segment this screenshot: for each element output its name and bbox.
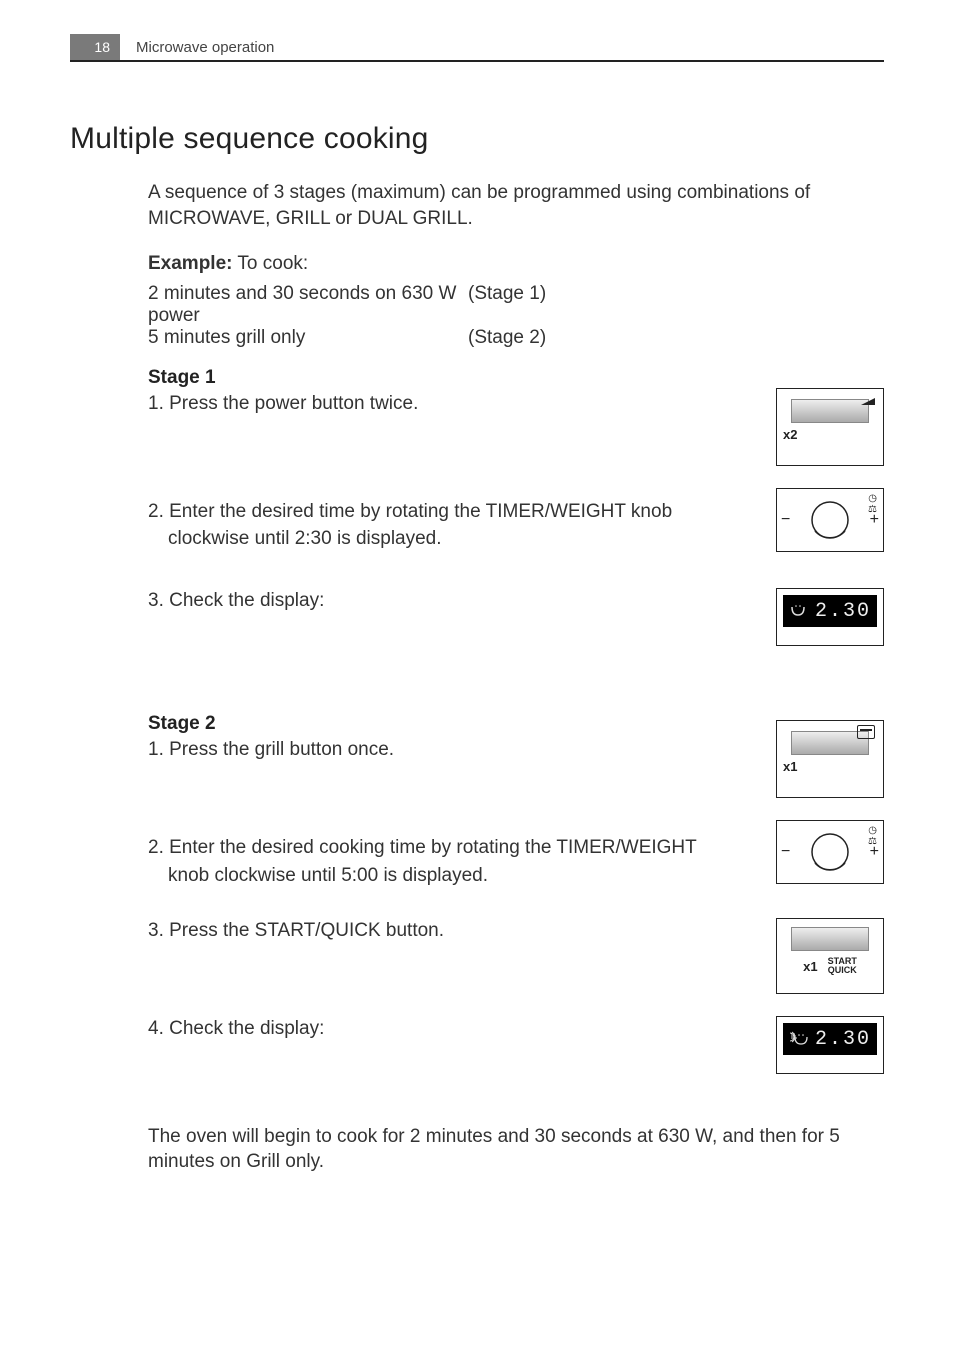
- knob-icon: [807, 497, 853, 543]
- clock-icon-2: ◷: [868, 825, 877, 836]
- page-header: 18 Microwave operation: [70, 34, 884, 62]
- stage2-step4: 4. Check the display:: [148, 1016, 884, 1042]
- illus-timer-knob-1: − + ◷ ⚖: [776, 488, 884, 552]
- display-microwave-icon: [789, 1031, 811, 1047]
- press-count-x1-start: x1: [803, 959, 817, 974]
- example-row-1-left: 2 minutes and 30 seconds on 630 W power: [148, 283, 468, 327]
- illus-timer-knob-2: − + ◷ ⚖: [776, 820, 884, 884]
- page-number: 18: [70, 34, 120, 60]
- knob-minus: −: [781, 511, 790, 529]
- stage2-step1: 1. Press the grill button once.: [148, 737, 884, 763]
- stage1-step2b: clockwise until 2:30 is displayed.: [148, 526, 884, 552]
- weight-icon: ⚖: [868, 504, 877, 515]
- example-label: Example:: [148, 253, 232, 274]
- press-count-x2: x2: [783, 427, 797, 442]
- example-row-1: 2 minutes and 30 seconds on 630 W power …: [148, 283, 884, 327]
- intro-paragraph: A sequence of 3 stages (maximum) can be …: [148, 180, 884, 231]
- stage1-heading: Stage 1: [148, 367, 884, 389]
- illus-grill-button: x1: [776, 720, 884, 798]
- example-row-2-left: 5 minutes grill only: [148, 327, 468, 349]
- example-row-1-right: (Stage 1): [468, 283, 568, 327]
- power-button-graphic: [791, 399, 869, 423]
- display-cook-icon: [789, 603, 807, 619]
- stage2-step3: 3. Press the START/QUICK button.: [148, 918, 884, 944]
- display-value-2: 2.30: [815, 1028, 871, 1051]
- start-button-graphic: [791, 927, 869, 951]
- stage1-step1: 1. Press the power button twice.: [148, 391, 884, 417]
- example-intro: To cook:: [232, 253, 308, 274]
- display-value-1: 2.30: [815, 600, 871, 623]
- page-title: Multiple sequence cooking: [70, 122, 884, 156]
- header-section-title: Microwave operation: [136, 39, 274, 56]
- stage2-step2b: knob clockwise until 5:00 is displayed.: [148, 863, 884, 889]
- illus-start-button: x1 START QUICK: [776, 918, 884, 994]
- start-label-bottom: QUICK: [828, 966, 857, 975]
- stage1-step3: 3. Check the display:: [148, 588, 884, 614]
- press-count-x1-grill: x1: [783, 759, 797, 774]
- weight-icon-2: ⚖: [868, 836, 877, 847]
- start-quick-label: START QUICK: [828, 957, 857, 976]
- knob-icon-2: [807, 829, 853, 875]
- stage2-step2: 2. Enter the desired cooking time by rot…: [148, 835, 884, 861]
- illus-power-button: x2: [776, 388, 884, 466]
- example-row-2: 5 minutes grill only (Stage 2): [148, 327, 884, 349]
- grill-icon: [857, 725, 875, 741]
- illus-display-1: 2.30: [776, 588, 884, 646]
- footer-paragraph: The oven will begin to cook for 2 minute…: [148, 1124, 884, 1175]
- power-level-icon: [861, 393, 875, 407]
- clock-icon: ◷: [868, 493, 877, 504]
- stage1-step2: 2. Enter the desired time by rotating th…: [148, 499, 884, 525]
- example-row-2-right: (Stage 2): [468, 327, 568, 349]
- knob-minus-2: −: [781, 843, 790, 861]
- stage2-heading: Stage 2: [148, 713, 884, 735]
- illus-display-2: 2.30: [776, 1016, 884, 1074]
